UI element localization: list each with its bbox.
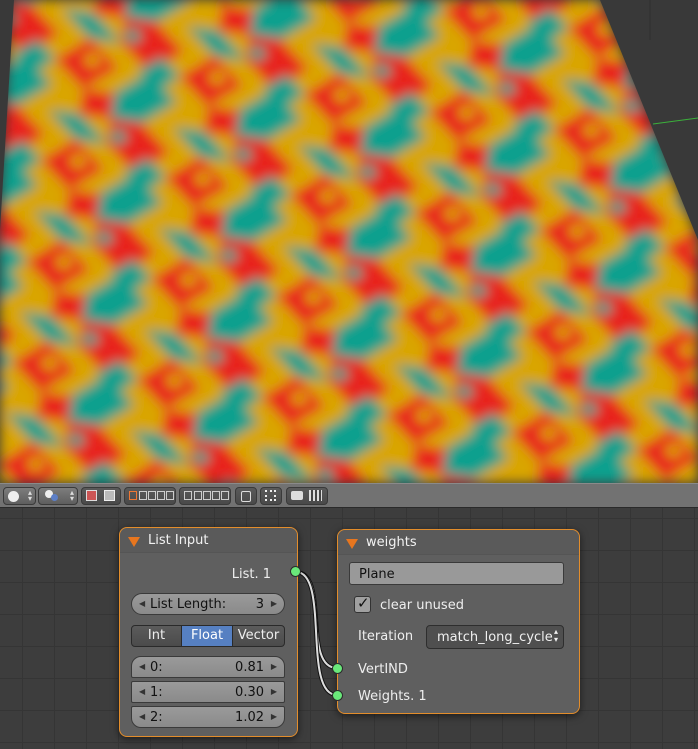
shading-mode-selector[interactable]: ▴ ▾ bbox=[38, 487, 78, 505]
list-item-2[interactable]: ◀ 2: 1.02 ▶ bbox=[131, 706, 285, 728]
collapse-triangle-icon[interactable] bbox=[128, 537, 140, 547]
node-editor-header: ▴ ▾ ▴ ▾ bbox=[0, 483, 698, 508]
vertind-input-label: VertIND bbox=[358, 662, 408, 677]
vertind-input-socket[interactable] bbox=[332, 663, 343, 674]
render-buttons[interactable] bbox=[286, 487, 328, 505]
list-output-socket[interactable] bbox=[290, 566, 301, 577]
selection-icon[interactable] bbox=[260, 487, 282, 505]
layer-buttons-1[interactable] bbox=[124, 487, 176, 505]
world-cube-icon bbox=[104, 490, 115, 501]
list-length-field[interactable]: ◀ List Length: 3 ▶ bbox=[131, 593, 285, 615]
weight-paint-plane bbox=[0, 0, 698, 483]
object-name-field[interactable]: Plane bbox=[349, 562, 564, 585]
weights-node[interactable]: weights Plane ✓ clear unused Iteration m… bbox=[337, 529, 580, 714]
increment-arrow-icon[interactable]: ▶ bbox=[271, 599, 277, 608]
node-title: weights bbox=[366, 535, 417, 550]
sphere-icon bbox=[8, 491, 19, 502]
increment-arrow-icon[interactable]: ▶ bbox=[271, 712, 277, 721]
iteration-dropdown[interactable]: match_long_cycle ▴ ▾ bbox=[426, 625, 564, 649]
node-title: List Input bbox=[148, 533, 209, 548]
decrement-arrow-icon[interactable]: ◀ bbox=[139, 662, 145, 671]
list-item-1[interactable]: ◀ 1: 0.30 ▶ bbox=[131, 681, 285, 703]
clear-unused-label: clear unused bbox=[380, 598, 464, 613]
up-down-arrow-icon: ▴ ▾ bbox=[69, 488, 74, 503]
type-float-button[interactable]: Float bbox=[181, 625, 233, 647]
layer-buttons-2[interactable] bbox=[179, 487, 231, 505]
checkmark-icon: ✓ bbox=[357, 594, 370, 612]
list-input-header[interactable]: List Input bbox=[120, 528, 297, 553]
iteration-label: Iteration bbox=[358, 629, 414, 644]
weights-header[interactable]: weights bbox=[338, 530, 579, 555]
decrement-arrow-icon[interactable]: ◀ bbox=[139, 712, 145, 721]
up-down-arrow-icon: ▴ ▾ bbox=[27, 488, 32, 503]
decrement-arrow-icon[interactable]: ◀ bbox=[139, 687, 145, 696]
cube-icon bbox=[86, 490, 97, 501]
object-type-toggle[interactable] bbox=[81, 487, 121, 505]
lock-icon[interactable] bbox=[235, 487, 257, 505]
3d-viewport[interactable] bbox=[0, 0, 698, 483]
type-vector-button[interactable]: Vector bbox=[232, 625, 285, 647]
list-item-0[interactable]: ◀ 0: 0.81 ▶ bbox=[131, 656, 285, 678]
output-socket-label: List. 1 bbox=[231, 567, 271, 582]
decrement-arrow-icon[interactable]: ◀ bbox=[139, 599, 145, 608]
list-input-node[interactable]: List Input List. 1 ◀ List Length: 3 ▶ In… bbox=[119, 527, 298, 737]
increment-arrow-icon[interactable]: ▶ bbox=[271, 687, 277, 696]
editor-type-selector[interactable]: ▴ ▾ bbox=[3, 487, 36, 505]
type-selector: Int Float Vector bbox=[131, 625, 285, 647]
camera-icon bbox=[291, 491, 303, 500]
collapse-triangle-icon[interactable] bbox=[346, 539, 358, 549]
up-down-arrow-icon: ▴ ▾ bbox=[553, 627, 558, 644]
type-int-button[interactable]: Int bbox=[131, 625, 182, 647]
weights-input-socket[interactable] bbox=[332, 690, 343, 701]
node-editor-canvas[interactable]: List Input List. 1 ◀ List Length: 3 ▶ In… bbox=[0, 508, 698, 749]
increment-arrow-icon[interactable]: ▶ bbox=[271, 662, 277, 671]
weights-input-label: Weights. 1 bbox=[358, 689, 427, 704]
clear-unused-checkbox[interactable]: ✓ bbox=[354, 594, 371, 613]
clapperboard-icon bbox=[309, 490, 322, 501]
